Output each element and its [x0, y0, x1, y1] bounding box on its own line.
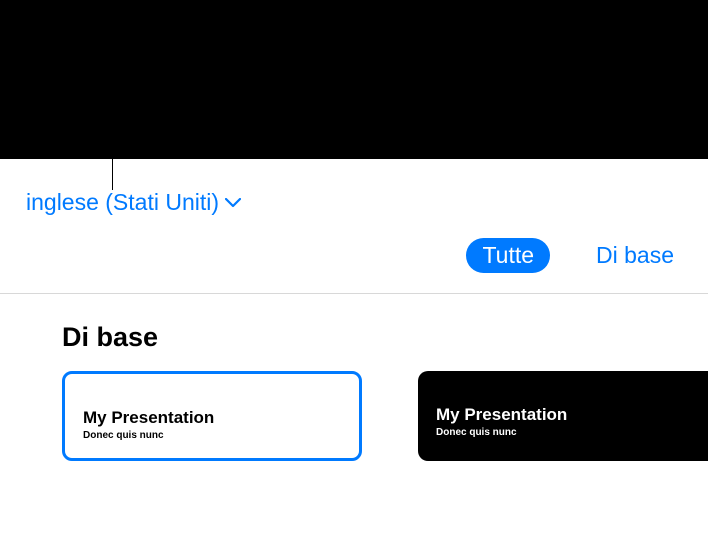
- filter-all-label: Tutte: [482, 242, 534, 268]
- filter-basic-button[interactable]: Di base: [580, 238, 690, 273]
- top-background: [0, 0, 708, 159]
- template-chooser-panel: inglese (Stati Uniti) Tutte Di base Di b…: [0, 159, 708, 535]
- filter-all-button[interactable]: Tutte: [466, 238, 550, 273]
- filter-row: Tutte Di base: [0, 216, 708, 294]
- template-card-white[interactable]: My Presentation Donec quis nunc: [62, 371, 362, 461]
- section-header: Di base: [0, 294, 708, 371]
- filter-basic-label: Di base: [596, 242, 674, 268]
- chevron-down-icon: [225, 198, 241, 208]
- language-selector[interactable]: inglese (Stati Uniti): [26, 189, 241, 216]
- templates-row: My Presentation Donec quis nunc My Prese…: [0, 371, 708, 461]
- template-title: My Presentation: [83, 408, 341, 428]
- template-subtitle: Donec quis nunc: [436, 427, 700, 438]
- template-subtitle: Donec quis nunc: [83, 430, 341, 441]
- language-row: inglese (Stati Uniti): [0, 159, 708, 216]
- language-label: inglese (Stati Uniti): [26, 189, 219, 216]
- callout-indicator-line: [112, 120, 113, 190]
- template-title: My Presentation: [436, 405, 700, 425]
- template-card-black[interactable]: My Presentation Donec quis nunc: [418, 371, 708, 461]
